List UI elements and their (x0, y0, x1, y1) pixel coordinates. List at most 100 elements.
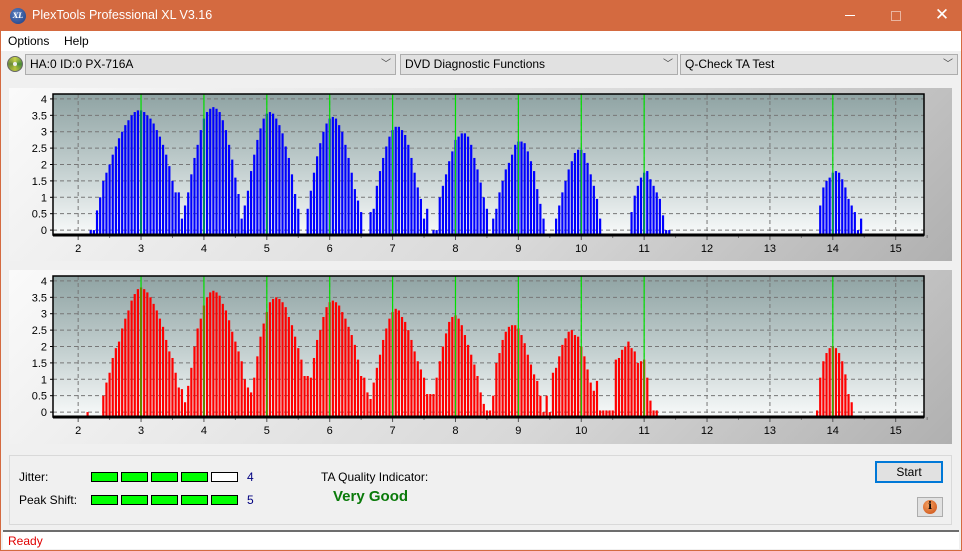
menu-help[interactable]: Help (64, 34, 89, 48)
y-tick-label: 4 (41, 94, 47, 106)
ta-quality-label: TA Quality Indicator: (321, 470, 429, 484)
bar (438, 361, 441, 417)
bar (633, 195, 636, 235)
y-tick-label: 0 (41, 225, 47, 237)
x-tick-label: 6 (327, 243, 333, 255)
bar (309, 190, 312, 235)
start-button[interactable]: Start (875, 461, 943, 483)
jitter-meter-segment (181, 472, 208, 482)
bar (102, 180, 105, 235)
bar (847, 198, 850, 235)
bar (504, 331, 507, 417)
bar (215, 292, 218, 417)
bar (262, 323, 265, 417)
function-select[interactable]: DVD Diagnostic Functions ﹀ (400, 54, 678, 75)
bar (841, 179, 844, 235)
bar (356, 200, 360, 235)
bar (275, 297, 278, 417)
maximize-button[interactable] (873, 0, 919, 31)
bar (860, 218, 863, 235)
bar (507, 162, 511, 235)
bar (595, 380, 599, 417)
bar (850, 402, 853, 417)
bar (463, 133, 467, 235)
test-select[interactable]: Q-Check TA Test ﹀ (680, 54, 958, 75)
maximize-icon (891, 10, 901, 21)
bar (338, 125, 341, 235)
bar (482, 403, 485, 417)
bar (256, 356, 259, 417)
toolbar: HA:0 ID:0 PX-716A ﹀ DVD Diagnostic Funct… (1, 51, 961, 79)
bar (507, 326, 511, 417)
bar (187, 385, 190, 417)
bar (470, 144, 473, 235)
bar (105, 382, 108, 417)
bar (460, 325, 463, 417)
bar (249, 171, 253, 235)
info-button[interactable]: i (917, 497, 943, 517)
bar (312, 172, 316, 235)
menu-options[interactable]: Options (8, 34, 49, 48)
bar (231, 331, 234, 417)
bar (171, 357, 174, 417)
bar (290, 325, 294, 417)
bar (523, 143, 526, 235)
function-select-value: DVD Diagnostic Functions (405, 57, 546, 71)
bar (297, 208, 300, 235)
bar (378, 171, 382, 235)
bar (482, 197, 485, 235)
bar (822, 361, 825, 417)
bar (539, 203, 542, 235)
bar (187, 192, 190, 235)
bar (583, 356, 586, 417)
bar (114, 348, 117, 417)
x-tick-label: 3 (138, 425, 144, 437)
close-button[interactable]: ✕ (919, 0, 962, 31)
bar (196, 328, 199, 417)
bar (117, 138, 121, 235)
bar (400, 316, 404, 417)
bar (558, 356, 561, 417)
peak-shift-meter-segment (211, 495, 238, 505)
bar (130, 115, 133, 235)
bar (828, 348, 831, 417)
bar (639, 361, 643, 417)
bar (183, 402, 187, 417)
bar (287, 316, 290, 417)
bar (240, 361, 243, 417)
bar (435, 377, 438, 417)
bar (319, 143, 322, 235)
bar (275, 118, 278, 235)
bar (372, 382, 375, 417)
bar (382, 157, 385, 235)
drive-select[interactable]: HA:0 ID:0 PX-716A ﹀ (25, 54, 396, 75)
y-tick-label: 3.5 (32, 110, 47, 122)
bar (322, 131, 325, 235)
bar (501, 339, 504, 417)
x-tick-label: 8 (452, 243, 458, 255)
bar (822, 187, 825, 235)
x-tick-label: 4 (201, 425, 207, 437)
bar (177, 192, 180, 235)
bar (378, 354, 382, 417)
minimize-button[interactable] (827, 0, 873, 31)
bar (404, 134, 407, 235)
bar (636, 185, 639, 235)
bar (143, 112, 146, 235)
title-bar[interactable]: XL PlexTools Professional XL V3.16 ✕ (1, 0, 961, 31)
bar (309, 377, 312, 417)
bar (432, 394, 435, 417)
bar (278, 125, 281, 235)
bar (526, 354, 529, 417)
bar (649, 179, 652, 235)
bar (463, 335, 467, 417)
bar (331, 116, 334, 235)
bar (388, 318, 391, 417)
x-tick-label: 11 (638, 425, 649, 437)
bar (438, 197, 441, 235)
bar (573, 153, 577, 235)
jitter-meter-segment (91, 472, 118, 482)
bar (473, 364, 476, 417)
bar (366, 392, 369, 417)
bar (133, 112, 136, 235)
